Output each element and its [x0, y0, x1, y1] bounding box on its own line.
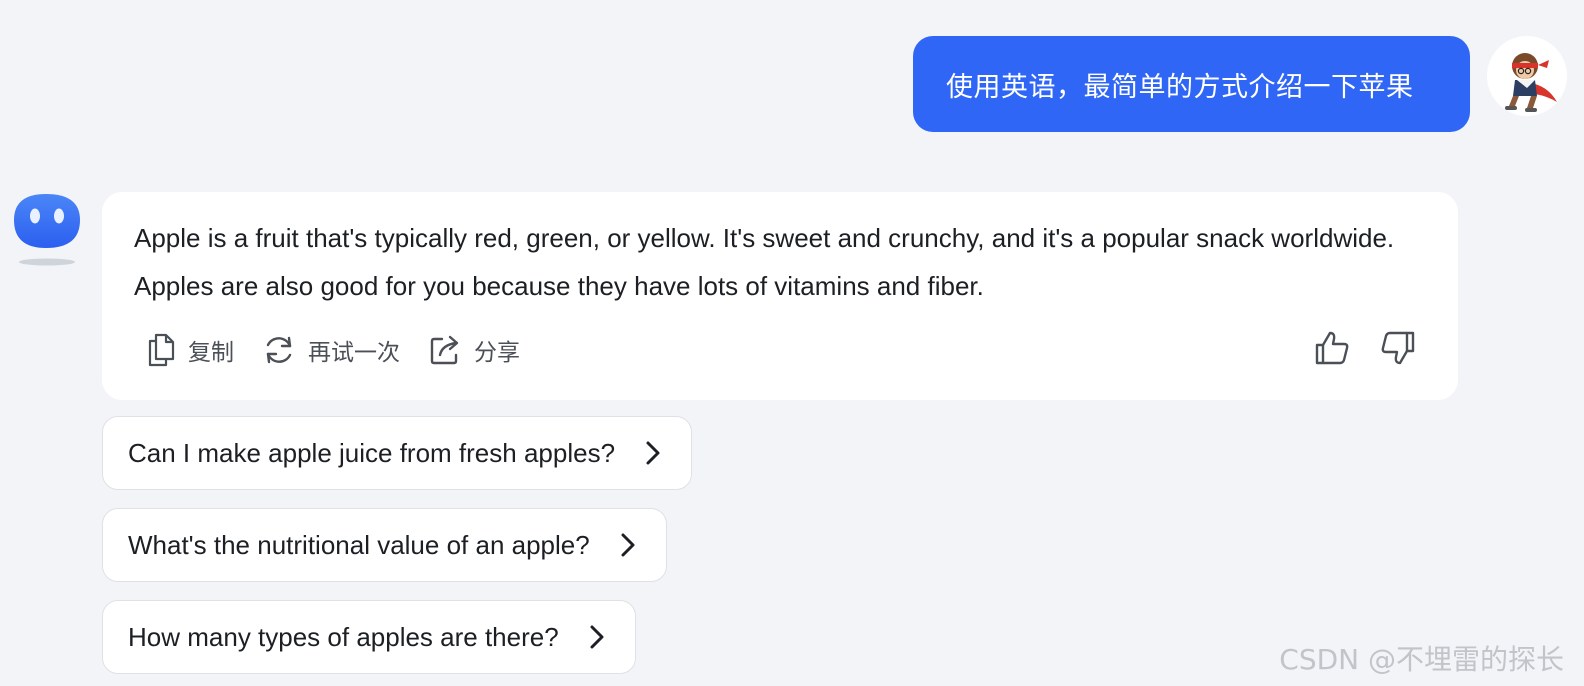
retry-label: 再试一次 [308, 339, 400, 365]
share-button[interactable]: 分享 [428, 333, 520, 367]
assistant-avatar [8, 192, 86, 270]
watermark: CSDN @不埋雷的探长 [1279, 643, 1564, 676]
suggestion-label: How many types of apples are there? [128, 621, 559, 652]
user-avatar[interactable] [1487, 36, 1567, 116]
assistant-reply-card: Apple is a fruit that's typically red, g… [102, 192, 1458, 400]
suggestion-chip[interactable]: What's the nutritional value of an apple… [102, 508, 667, 582]
chevron-right-icon [645, 440, 661, 466]
like-button[interactable] [1314, 330, 1350, 366]
copy-label: 复制 [188, 339, 234, 365]
user-message-text: 使用英语，最简单的方式介绍一下苹果 [946, 71, 1414, 102]
reply-actions: 复制 再试一次 分享 [146, 330, 548, 370]
chevron-right-icon [589, 624, 605, 650]
chevron-right-icon [620, 532, 636, 558]
suggestion-label: Can I make apple juice from fresh apples… [128, 437, 616, 468]
copy-button[interactable]: 复制 [146, 333, 234, 367]
thumbs-up-icon [1315, 331, 1349, 365]
dislike-button[interactable] [1380, 330, 1416, 366]
retry-button[interactable]: 再试一次 [262, 333, 400, 367]
share-icon [430, 335, 459, 365]
refresh-icon [266, 336, 292, 364]
feedback-buttons [1314, 330, 1416, 366]
suggestion-chip[interactable]: How many types of apples are there? [102, 600, 636, 674]
assistant-reply-text: Apple is a fruit that's typically red, g… [134, 223, 1395, 301]
thumbs-down-icon [1381, 331, 1415, 365]
user-message-bubble: 使用英语，最简单的方式介绍一下苹果 [913, 36, 1470, 132]
suggestion-chip[interactable]: Can I make apple juice from fresh apples… [102, 416, 693, 490]
suggestion-label: What's the nutritional value of an apple… [128, 529, 590, 560]
copy-icon [148, 333, 175, 367]
share-label: 分享 [474, 339, 520, 365]
